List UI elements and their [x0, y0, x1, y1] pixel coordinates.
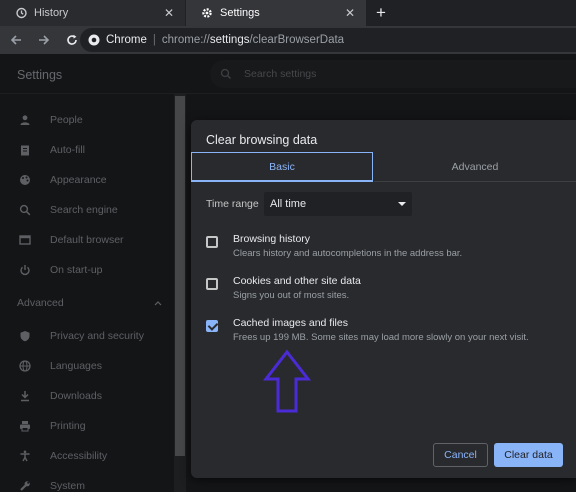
dialog-title: Clear browsing data — [206, 133, 318, 147]
new-tab-button[interactable]: + — [372, 3, 390, 23]
gear-icon — [198, 7, 216, 19]
cached-images-checkbox[interactable] — [206, 320, 218, 332]
time-range-row: Time range All time — [206, 192, 412, 216]
omnibox-separator: | — [152, 34, 156, 46]
tab-title: History — [34, 7, 69, 19]
time-range-label: Time range — [206, 198, 259, 210]
option-cookies[interactable]: Cookies and other site data Signs you ou… — [206, 275, 566, 311]
cookies-checkbox[interactable] — [206, 278, 218, 290]
tab-settings[interactable]: Settings ✕ — [186, 0, 366, 26]
chrome-icon — [88, 34, 100, 46]
tab-advanced[interactable]: Advanced — [374, 152, 576, 182]
forward-arrow-icon — [39, 35, 50, 45]
cancel-button[interactable]: Cancel — [433, 443, 488, 467]
back-arrow-icon — [10, 35, 21, 45]
option-description: Clears history and autocompletions in th… — [233, 248, 463, 259]
url-text: chrome://settings/clearBrowserData — [162, 34, 344, 46]
dropdown-arrow-icon — [398, 202, 406, 206]
url-path: /clearBrowserData — [249, 34, 345, 46]
forward-button[interactable] — [32, 28, 56, 52]
browsing-history-checkbox[interactable] — [206, 236, 218, 248]
history-icon — [12, 7, 30, 19]
option-browsing-history[interactable]: Browsing history Clears history and auto… — [206, 233, 566, 269]
close-icon[interactable]: ✕ — [161, 6, 177, 20]
close-icon[interactable]: ✕ — [342, 6, 358, 20]
time-range-value: All time — [270, 198, 307, 210]
option-description: Frees up 199 MB. Some sites may load mor… — [233, 332, 529, 343]
back-button[interactable] — [4, 28, 28, 52]
toolbar: Chrome | chrome://settings/clearBrowserD… — [0, 26, 576, 54]
option-title: Cached images and files — [233, 317, 348, 329]
address-bar[interactable]: Chrome | chrome://settings/clearBrowserD… — [80, 28, 576, 52]
option-cached-images[interactable]: Cached images and files Frees up 199 MB.… — [206, 317, 566, 353]
clear-browsing-data-dialog: Clear browsing data Basic Advanced Time … — [191, 120, 576, 478]
reload-icon — [67, 34, 77, 45]
url-prefix: chrome:// — [161, 34, 210, 46]
tab-basic[interactable]: Basic — [191, 152, 373, 182]
tab-history[interactable]: History ✕ — [0, 0, 185, 26]
tab-strip: History ✕ Settings ✕ + — [0, 0, 576, 26]
tab-title: Settings — [220, 7, 260, 19]
time-range-select[interactable]: All time — [264, 192, 412, 216]
option-title: Browsing history — [233, 233, 311, 245]
annotation-arrow-icon — [263, 349, 311, 413]
option-title: Cookies and other site data — [233, 275, 361, 287]
url-host: settings — [209, 34, 250, 46]
clear-data-button[interactable]: Clear data — [494, 443, 563, 467]
option-description: Signs you out of most sites. — [233, 290, 350, 301]
site-name: Chrome — [106, 34, 147, 46]
